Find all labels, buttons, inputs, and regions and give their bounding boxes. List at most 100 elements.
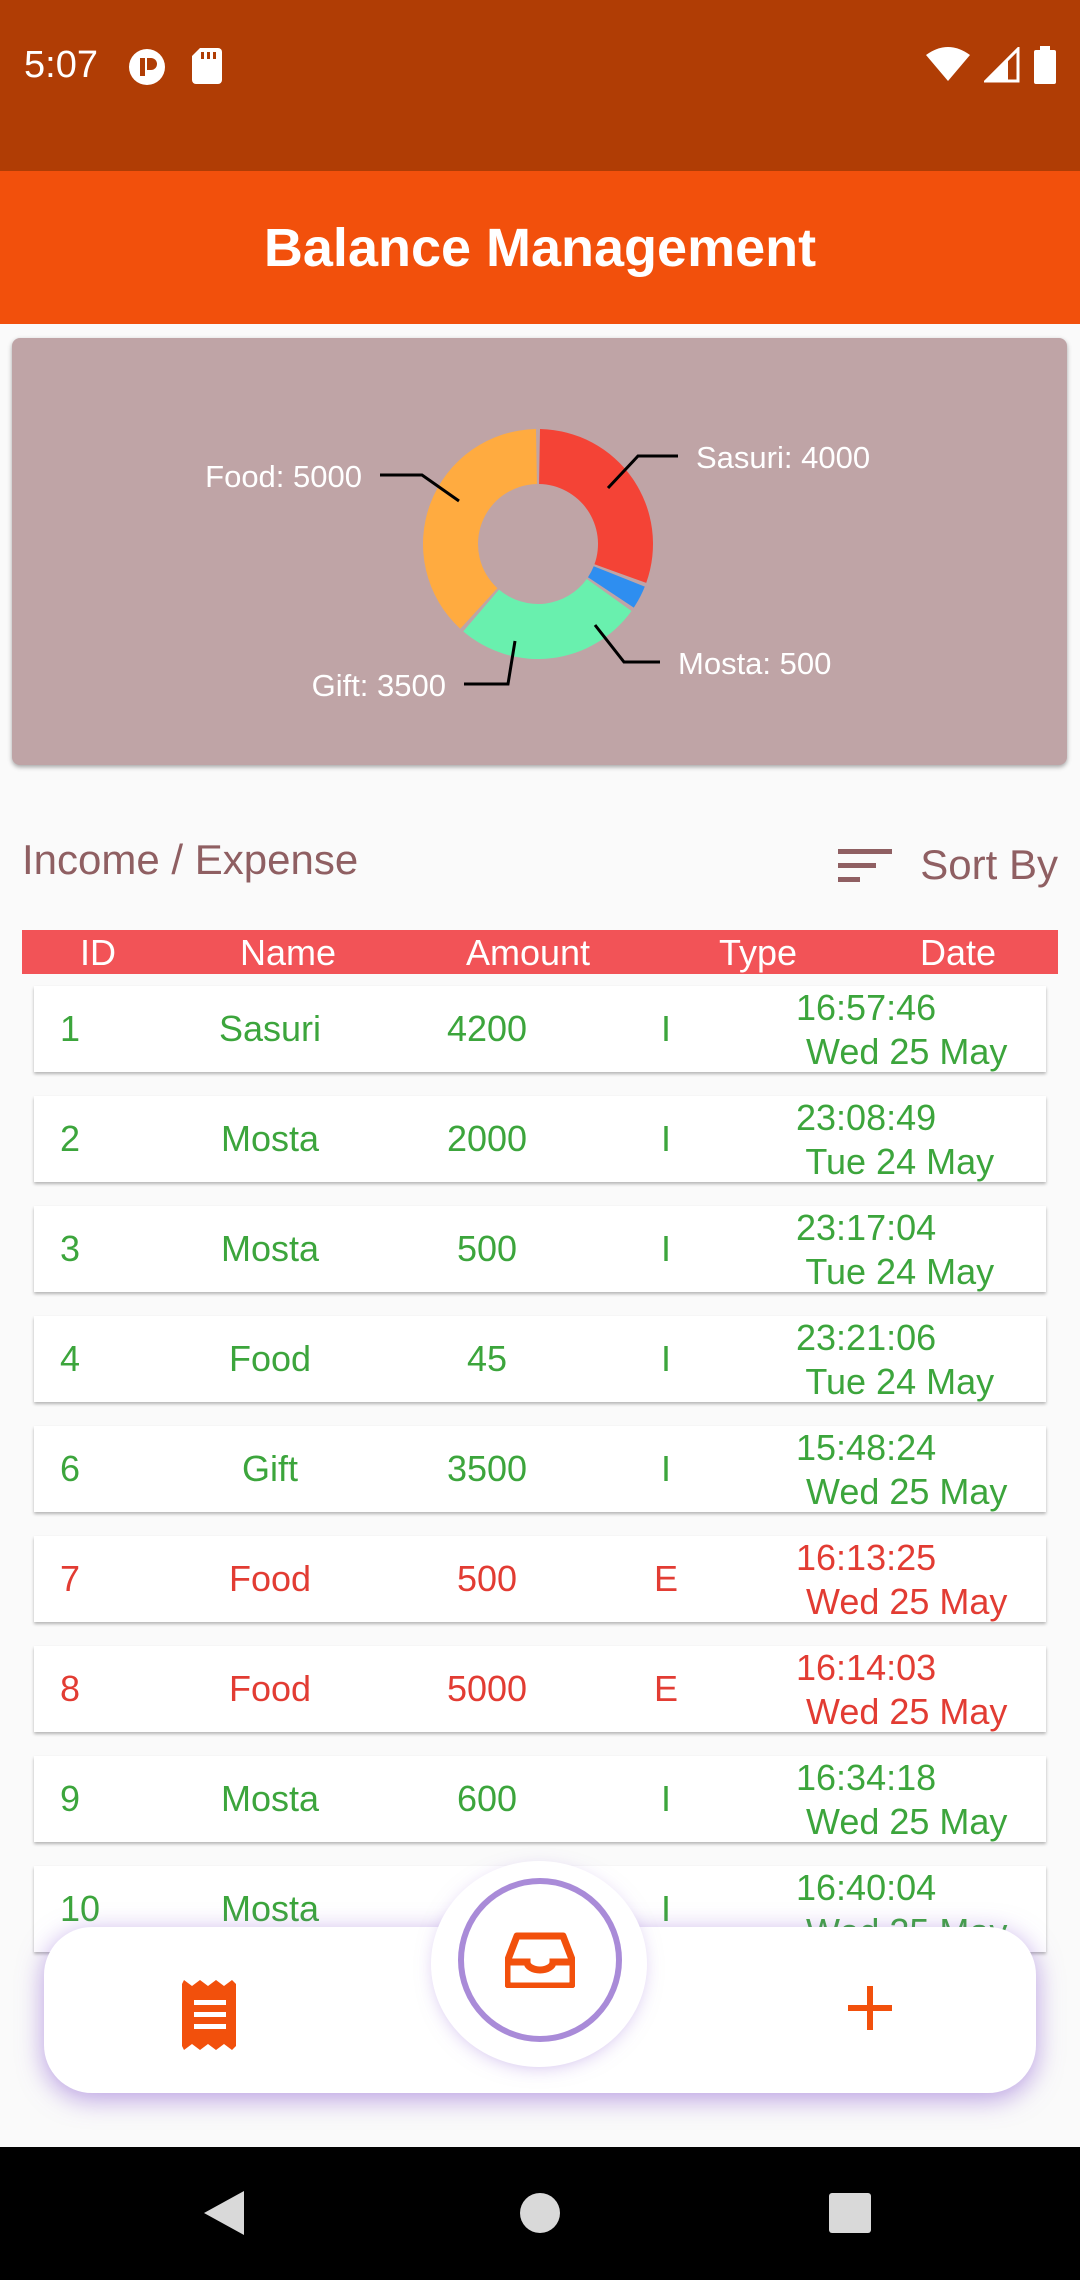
column-header-amount: Amount — [465, 932, 591, 973]
row-amount: 4200 — [446, 1008, 528, 1049]
row-amount: 45 — [466, 1338, 508, 1379]
row-id: 8 — [60, 1668, 81, 1709]
row-name: Food — [228, 1668, 312, 1709]
table-header: ID Name Amount Type Date — [22, 930, 1058, 974]
table-row[interactable]: 6 Gift 3500 I 15:48:24 Wed 25 May — [34, 1426, 1046, 1512]
row-type: I — [660, 1778, 672, 1819]
row-date: 16:57:46 Wed 25 May — [796, 986, 1007, 1074]
section-title: Income / Expense — [22, 836, 359, 883]
app-bar: Balance Management — [0, 171, 1080, 324]
table-row[interactable]: 2 Mosta 2000 I 23:08:49 Tue 24 May — [34, 1096, 1046, 1182]
row-name: Mosta — [220, 1888, 320, 1929]
row-id: 1 — [60, 1008, 81, 1049]
status-notification-icons — [128, 48, 222, 86]
row-time-text: 23:17:04 — [796, 1207, 937, 1248]
sort-label: Sort By — [920, 841, 1058, 888]
row-date: 23:17:04 Tue 24 May — [796, 1206, 994, 1294]
row-amount: 500 — [456, 1558, 518, 1599]
row-date-text: Wed 25 May — [796, 1471, 1008, 1512]
row-date-text: Wed 25 May — [796, 1801, 1008, 1842]
row-name: Sasuri — [218, 1008, 322, 1049]
row-date: 16:14:03 Wed 25 May — [796, 1646, 1007, 1734]
row-name: Mosta — [220, 1228, 320, 1269]
row-time-text: 23:08:49 — [796, 1097, 937, 1138]
row-type: I — [660, 1448, 672, 1489]
section-header: Income / Expense Sort By — [22, 830, 1058, 900]
row-time-text: 16:34:18 — [796, 1757, 937, 1798]
inbox-fab-button[interactable] — [458, 1878, 622, 2042]
column-header-name: Name — [239, 932, 337, 973]
row-type: I — [660, 1888, 672, 1929]
row-date-text: Tue 24 May — [796, 1141, 995, 1182]
row-time-text: 16:13:25 — [796, 1537, 937, 1578]
row-id: 10 — [60, 1888, 101, 1929]
row-type: E — [653, 1668, 679, 1709]
column-header-date: Date — [919, 932, 997, 973]
row-amount: 600 — [456, 1778, 518, 1819]
system-navigation-bar — [0, 2147, 1080, 2280]
row-name: Mosta — [220, 1778, 320, 1819]
status-time: 5:07 — [24, 44, 98, 86]
table-row[interactable]: 9 Mosta 600 I 16:34:18 Wed 25 May — [34, 1756, 1046, 1842]
row-id: 6 — [60, 1448, 81, 1489]
back-icon[interactable] — [204, 2191, 244, 2235]
row-name: Gift — [241, 1448, 299, 1489]
row-id: 3 — [60, 1228, 81, 1269]
row-name: Food — [228, 1338, 312, 1379]
pie-label: Sasuri: 4000 — [696, 440, 870, 475]
plus-icon — [848, 1986, 892, 2030]
row-date-text: Tue 24 May — [796, 1361, 995, 1402]
column-header-type: Type — [718, 932, 798, 973]
wifi-icon — [926, 47, 970, 81]
table-row[interactable]: 3 Mosta 500 I 23:17:04 Tue 24 May — [34, 1206, 1046, 1292]
row-time-text: 23:21:06 — [796, 1317, 937, 1358]
page-title: Balance Management — [263, 217, 817, 278]
inbox-tray-icon — [505, 1932, 575, 1988]
row-time-text: 16:57:46 — [796, 987, 937, 1028]
row-date-text: Wed 25 May — [796, 1691, 1008, 1732]
sort-icon — [838, 849, 893, 882]
home-icon[interactable] — [520, 2193, 560, 2233]
row-date: 23:08:49 Tue 24 May — [796, 1096, 994, 1184]
chart-card: Sasuri: 4000 Mosta: 500 Gift: 3500 Food: 50… — [12, 338, 1067, 765]
row-time-text: 16:14:03 — [796, 1647, 937, 1688]
row-time-text: 16:40:04 — [796, 1867, 937, 1908]
table-row[interactable]: 7 Food 500 E 16:13:25 Wed 25 May — [34, 1536, 1046, 1622]
add-button[interactable] — [844, 1982, 896, 2034]
column-header-id: ID — [80, 932, 116, 973]
row-type: E — [653, 1558, 679, 1599]
sort-button[interactable]: Sort By — [838, 830, 1058, 900]
row-name: Food — [228, 1558, 312, 1599]
pie-label: Gift: 3500 — [312, 668, 446, 703]
row-type: I — [660, 1008, 672, 1049]
status-bar: 5:07 — [0, 0, 1080, 171]
sd-card-icon — [192, 48, 222, 84]
receipt-nav-button[interactable] — [180, 1980, 240, 2050]
row-date-text: Tue 24 May — [796, 1251, 995, 1292]
row-date: 16:13:25 Wed 25 May — [796, 1536, 1007, 1624]
battery-icon — [1034, 46, 1056, 84]
receipt-icon — [182, 1980, 236, 2050]
row-type: I — [660, 1118, 672, 1159]
row-amount: 5000 — [446, 1668, 528, 1709]
table-row[interactable]: 8 Food 5000 E 16:14:03 Wed 25 May — [34, 1646, 1046, 1732]
row-date-text: Wed 25 May — [796, 1581, 1008, 1622]
table-row[interactable]: 1 Sasuri 4200 I 16:57:46 Wed 25 May — [34, 986, 1046, 1072]
app-notification-icon — [129, 49, 165, 85]
table-row[interactable]: 4 Food 45 I 23:21:06 Tue 24 May — [34, 1316, 1046, 1402]
row-id: 7 — [60, 1558, 81, 1599]
row-amount: 3500 — [446, 1448, 528, 1489]
row-date-text: Wed 25 May — [796, 1031, 1008, 1072]
pie-slice-sasuri — [539, 429, 653, 583]
pie-label: Mosta: 500 — [678, 646, 831, 681]
row-id: 2 — [60, 1118, 81, 1159]
row-date: 23:21:06 Tue 24 May — [796, 1316, 994, 1404]
cell-signal-icon — [984, 47, 1020, 83]
row-id: 4 — [60, 1338, 81, 1379]
row-name: Mosta — [220, 1118, 320, 1159]
row-id: 9 — [60, 1778, 81, 1819]
row-type: I — [660, 1338, 672, 1379]
row-amount: 2000 — [446, 1118, 528, 1159]
donut-chart: Sasuri: 4000 Mosta: 500 Gift: 3500 Food: 50… — [205, 429, 870, 703]
recents-icon[interactable] — [829, 2193, 871, 2233]
